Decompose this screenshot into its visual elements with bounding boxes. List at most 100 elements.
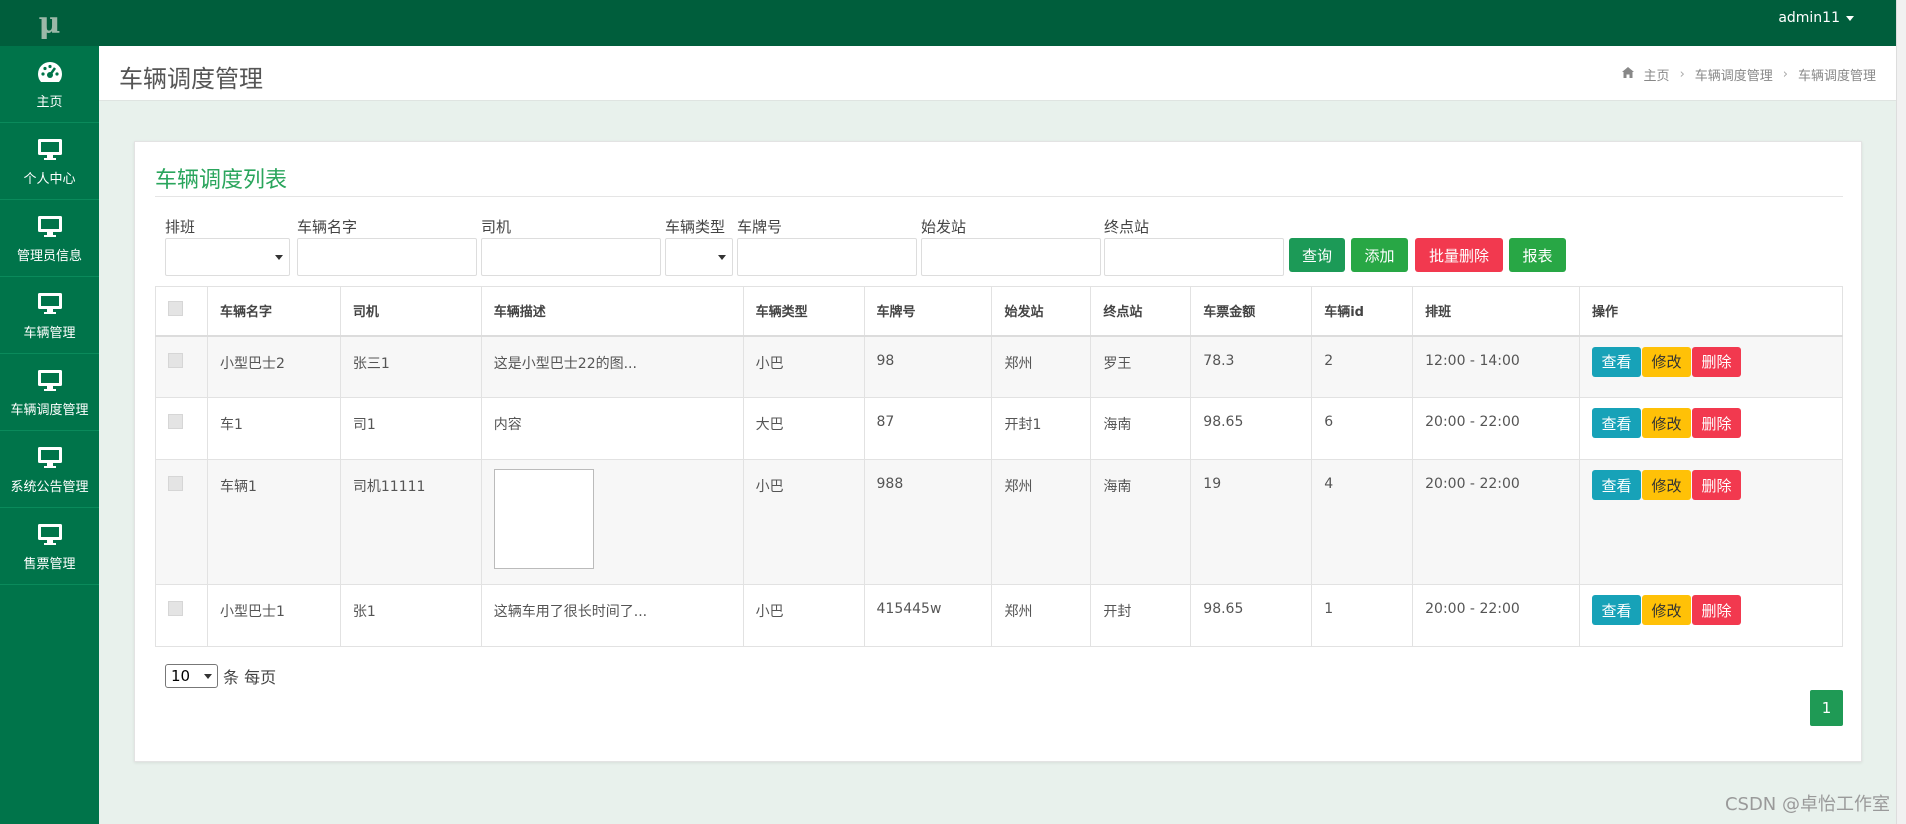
select-all-checkbox[interactable] — [168, 301, 183, 317]
cell-id: 1 — [1311, 584, 1414, 647]
table-row: 小型巴士1 张1 这辆车用了很长时间了... 小巴 415445w 郑州 开封 … — [155, 584, 1843, 647]
sidebar-item-dispatch-management[interactable]: 车辆调度管理 — [0, 354, 99, 431]
column-header[interactable]: 排班 — [1412, 286, 1581, 337]
divider — [155, 196, 1843, 197]
cell-price: 78.3 — [1190, 335, 1313, 398]
page-size-value: 10 — [171, 667, 191, 685]
row-checkbox[interactable] — [168, 352, 183, 368]
origin-label: 始发站 — [921, 218, 967, 236]
edit-button[interactable]: 修改 — [1642, 408, 1692, 438]
column-header[interactable]: 始发站 — [991, 286, 1092, 337]
report-button[interactable]: 报表 — [1509, 238, 1566, 272]
column-header[interactable]: 车牌号 — [863, 286, 993, 337]
cell-desc: 这辆车用了很长时间了... — [480, 584, 744, 647]
cell-origin: 郑州 — [991, 584, 1092, 647]
page-1-button[interactable]: 1 — [1810, 690, 1843, 726]
plate-input[interactable] — [737, 238, 917, 276]
broken-image-placeholder — [493, 469, 594, 569]
row-checkbox[interactable] — [168, 476, 183, 491]
column-header[interactable]: 车辆描述 — [480, 286, 744, 337]
cell-driver: 司机11111 — [339, 459, 482, 585]
edit-button[interactable]: 修改 — [1642, 595, 1692, 625]
cell-terminal: 开封 — [1090, 584, 1192, 647]
column-header[interactable]: 车票金额 — [1190, 286, 1313, 337]
cell-desc: 内容 — [480, 397, 744, 460]
column-header[interactable]: 车辆类型 — [742, 286, 865, 337]
cell-price: 98.65 — [1190, 397, 1313, 460]
sidebar: 主页 个人中心 管理员信息 车辆管理 车辆调度管理 系统公告管理 售票管理 — [0, 46, 99, 824]
sidebar-item-label: 主页 — [36, 94, 63, 110]
add-button[interactable]: 添加 — [1351, 238, 1408, 272]
breadcrumb-home[interactable]: 主页 — [1644, 65, 1670, 84]
user-menu[interactable]: admin11 — [1778, 10, 1854, 26]
edit-button[interactable]: 修改 — [1642, 470, 1692, 500]
monitor-icon — [36, 521, 64, 547]
row-checkbox[interactable] — [168, 601, 183, 616]
cell-name: 车1 — [206, 397, 341, 460]
driver-input[interactable] — [481, 238, 661, 276]
list-panel: 车辆调度列表 排班 车辆名字 司机 车辆类型 车牌号 始发站 终点站 查询 添加… — [134, 141, 1862, 762]
cell-plate: 98 — [863, 335, 993, 398]
monitor-icon — [36, 290, 64, 316]
sidebar-item-personal-center[interactable]: 个人中心 — [0, 123, 99, 200]
cell-terminal: 海南 — [1090, 459, 1192, 585]
watermark: CSDN @卓怡工作室 — [1724, 794, 1890, 815]
schedule-select[interactable] — [165, 238, 290, 276]
edit-button[interactable]: 修改 — [1642, 346, 1692, 377]
delete-button[interactable]: 删除 — [1692, 470, 1742, 500]
cell-driver: 司1 — [339, 397, 482, 460]
column-header[interactable]: 终点站 — [1090, 286, 1192, 337]
monitor-icon — [36, 367, 64, 393]
sidebar-item-announcements[interactable]: 系统公告管理 — [0, 431, 99, 508]
column-header[interactable]: 车辆名字 — [206, 286, 341, 337]
delete-button[interactable]: 删除 — [1692, 346, 1742, 377]
breadcrumb: 主页 › 车辆调度管理 › 车辆调度管理 — [1621, 65, 1876, 84]
chevron-right-icon: › — [1679, 67, 1685, 82]
delete-button[interactable]: 删除 — [1692, 595, 1742, 625]
sidebar-item-label: 系统公告管理 — [10, 479, 89, 495]
table-header-row: 车辆名字 司机 车辆描述 车辆类型 车牌号 始发站 终点站 车票金额 车辆id … — [155, 286, 1843, 337]
column-header[interactable]: 司机 — [339, 286, 482, 337]
cell-type: 小巴 — [742, 459, 865, 585]
view-button[interactable]: 查看 — [1592, 346, 1642, 377]
column-header: 操作 — [1579, 286, 1843, 337]
cell-name: 车辆1 — [206, 459, 341, 585]
delete-button[interactable]: 删除 — [1692, 408, 1742, 438]
sidebar-item-admin-info[interactable]: 管理员信息 — [0, 200, 99, 277]
sidebar-item-ticket-sales[interactable]: 售票管理 — [0, 508, 99, 585]
sidebar-item-vehicle-management[interactable]: 车辆管理 — [0, 277, 99, 354]
table-row: 车1 司1 内容 大巴 87 开封1 海南 98.65 6 20:00 - 22… — [155, 397, 1843, 460]
sidebar-item-home[interactable]: 主页 — [0, 46, 99, 123]
cell-id: 4 — [1311, 459, 1414, 585]
caret-down-icon — [1846, 15, 1854, 21]
vehicle-type-select[interactable] — [665, 238, 733, 276]
page-size-select[interactable]: 10 — [165, 664, 218, 688]
cell-price: 98.65 — [1190, 584, 1313, 647]
vertical-scrollbar[interactable] — [1896, 0, 1906, 824]
cell-origin: 郑州 — [991, 335, 1092, 398]
column-header[interactable]: 车辆id — [1311, 286, 1414, 337]
panel-title: 车辆调度列表 — [155, 168, 288, 193]
app-logo[interactable]: μ — [0, 0, 99, 46]
cell-name: 小型巴士2 — [206, 335, 341, 398]
sidebar-item-label: 售票管理 — [23, 556, 76, 572]
cell-terminal: 海南 — [1090, 397, 1192, 460]
view-button[interactable]: 查看 — [1592, 408, 1642, 438]
terminal-input[interactable] — [1104, 238, 1284, 276]
select-all-cell — [155, 286, 208, 337]
sidebar-item-label: 车辆管理 — [23, 325, 76, 341]
cell-plate: 415445w — [863, 584, 993, 647]
batch-delete-button[interactable]: 批量删除 — [1415, 238, 1503, 272]
row-checkbox[interactable] — [168, 414, 183, 429]
view-button[interactable]: 查看 — [1592, 470, 1642, 500]
page-size-control: 10 条 每页 — [165, 664, 276, 688]
query-button[interactable]: 查询 — [1289, 238, 1345, 272]
breadcrumb-item[interactable]: 车辆调度管理 — [1695, 65, 1773, 84]
vehicle-name-input[interactable] — [297, 238, 477, 276]
cell-schedule: 20:00 - 22:00 — [1412, 584, 1581, 647]
monitor-icon — [36, 136, 64, 162]
view-button[interactable]: 查看 — [1592, 595, 1642, 625]
cell-schedule: 20:00 - 22:00 — [1412, 397, 1581, 460]
cell-name: 小型巴士1 — [206, 584, 341, 647]
origin-input[interactable] — [921, 238, 1101, 276]
